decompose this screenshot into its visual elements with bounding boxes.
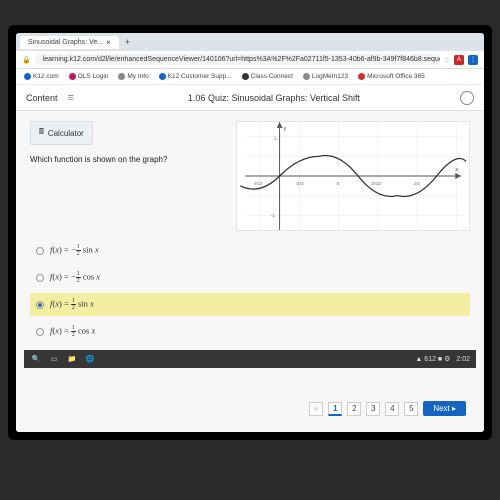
bookmark-item[interactable]: My Info [118, 73, 148, 80]
calculator-button[interactable]: 🖩 Calculator [30, 121, 93, 145]
browser-tab-bar: Sinusoidal Graphs: Ve... × + [16, 33, 484, 51]
radio-icon[interactable] [36, 328, 44, 336]
svg-text:-π/2: -π/2 [253, 181, 262, 187]
extension-icon[interactable]: A [454, 55, 464, 65]
svg-text:3π/2: 3π/2 [370, 181, 380, 187]
svg-text:1: 1 [273, 136, 276, 142]
bookmark-item[interactable]: LogMeIn123 [303, 73, 348, 80]
radio-icon-selected[interactable] [36, 301, 44, 309]
page-5-button[interactable]: 5 [404, 402, 418, 416]
page-2-button[interactable]: 2 [347, 402, 361, 416]
bookmark-item[interactable]: K12.com [24, 73, 59, 80]
option-label: f(x) = −12 sin x [50, 244, 99, 257]
menu-icon[interactable]: ≡ [68, 92, 74, 104]
function-graph: y x -π/2 π/2 π 3π/2 2π 1 -1 [236, 121, 470, 231]
radio-icon[interactable] [36, 247, 44, 255]
browser-tab[interactable]: Sinusoidal Graphs: Ve... × [20, 36, 119, 49]
bookmark-item[interactable]: Class Connect [242, 73, 293, 80]
address-bar: 🔒 learning.k12.com/d2l/le/enhancedSequen… [16, 51, 484, 69]
option-label: f(x) = −12 cos x [50, 271, 100, 284]
radio-icon[interactable] [36, 274, 44, 282]
new-tab-button[interactable]: + [125, 37, 130, 47]
chrome-icon[interactable]: 🌐 [84, 353, 96, 365]
windows-taskbar: 🔍 ▭ 📁 🌐 ▲ 612 ■ ⚙ 2:02 [24, 350, 476, 368]
explorer-icon[interactable]: 📁 [66, 353, 78, 365]
option-label: f(x) = 12 cos x [50, 325, 95, 338]
option-3[interactable]: f(x) = 12 sin x [30, 293, 470, 316]
task-view-icon[interactable]: ▭ [48, 353, 60, 365]
close-tab-icon[interactable]: × [106, 38, 111, 47]
svg-text:π: π [336, 182, 340, 187]
page-title: 1.06 Quiz: Sinusoidal Graphs: Vertical S… [88, 93, 460, 103]
system-tray[interactable]: ▲ 612 ■ ⚙ [415, 355, 450, 363]
option-4[interactable]: f(x) = 12 cos x [30, 320, 470, 343]
svg-text:2π: 2π [414, 181, 421, 187]
calculator-icon: 🖩 [39, 126, 44, 140]
bookmark-star-icon[interactable]: ☆ [444, 56, 450, 64]
lock-icon: 🔒 [22, 56, 31, 64]
option-label: f(x) = 12 sin x [50, 298, 94, 311]
svg-text:y: y [283, 126, 286, 132]
search-icon[interactable]: 🔍 [30, 353, 42, 365]
prev-page-button[interactable]: « [309, 402, 323, 416]
bookmark-item[interactable]: Microsoft Office 365 [358, 73, 425, 80]
page-4-button[interactable]: 4 [385, 402, 399, 416]
svg-text:-1: -1 [270, 213, 275, 219]
extension-icon[interactable]: ⋮ [468, 55, 478, 65]
progress-icon[interactable] [460, 91, 474, 105]
clock[interactable]: 2:02 [456, 356, 470, 363]
page-3-button[interactable]: 3 [366, 402, 380, 416]
option-1[interactable]: f(x) = −12 sin x [30, 239, 470, 262]
tab-title: Sinusoidal Graphs: Ve... [28, 39, 103, 46]
bookmark-item[interactable]: OLS Login [69, 73, 109, 80]
course-header: Content ≡ 1.06 Quiz: Sinusoidal Graphs: … [16, 85, 484, 111]
svg-text:x: x [455, 167, 458, 173]
quiz-main: 🖩 Calculator Which function is shown on … [16, 111, 484, 432]
bookmarks-bar: K12.com OLS Login My Info K12 Customer S… [16, 69, 484, 85]
svg-text:π/2: π/2 [296, 181, 304, 187]
option-2[interactable]: f(x) = −12 cos x [30, 266, 470, 289]
url-field[interactable]: learning.k12.com/d2l/le/enhancedSequence… [35, 54, 440, 65]
question-text: Which function is shown on the graph? [30, 155, 224, 164]
bookmark-item[interactable]: K12 Customer Supp... [159, 73, 232, 80]
next-button[interactable]: Next ▸ [423, 401, 466, 416]
page-1-button[interactable]: 1 [328, 402, 342, 416]
pagination: « 1 2 3 4 5 Next ▸ [30, 395, 470, 422]
content-label[interactable]: Content [26, 93, 58, 103]
answer-options: f(x) = −12 sin x f(x) = −12 cos x f(x) =… [30, 239, 470, 347]
